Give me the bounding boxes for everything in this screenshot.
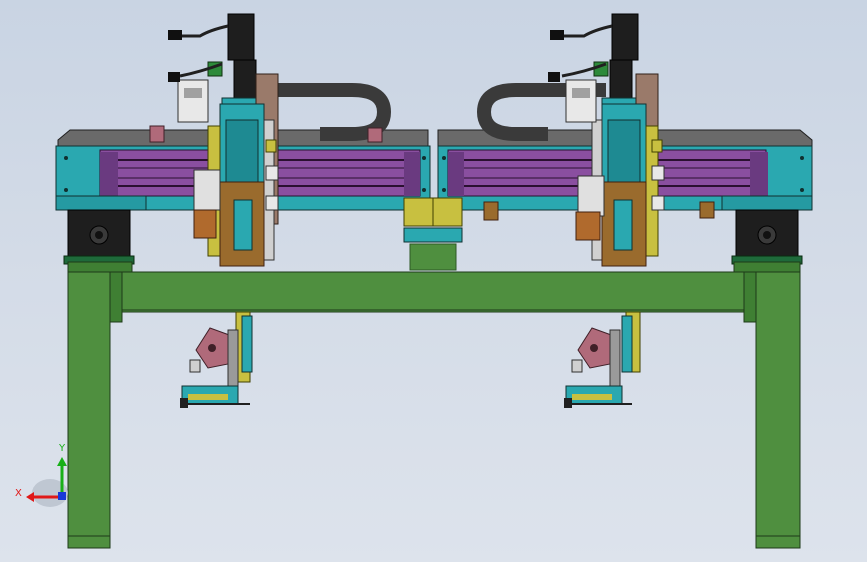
limit-sensor-right-2 <box>699 201 715 219</box>
x-axis-label: X <box>15 488 22 499</box>
support-frame <box>67 261 801 549</box>
top-cover-plate <box>57 129 813 147</box>
gripper-right <box>564 311 641 408</box>
z-axis-marker <box>58 492 66 500</box>
gantry-model <box>26 13 813 549</box>
limit-sensor-left-2 <box>367 127 383 143</box>
end-motor-right <box>731 209 803 265</box>
y-axis-label: Y <box>59 443 66 454</box>
gripper-left <box>180 311 253 408</box>
cable-chain-left <box>262 83 392 141</box>
limit-sensor-left <box>149 125 165 143</box>
coordinate-triad <box>26 457 68 507</box>
limit-sensor-right <box>483 201 499 221</box>
cad-viewport[interactable]: X Y <box>0 0 867 562</box>
center-joint <box>403 197 463 271</box>
end-motor-left <box>63 209 135 265</box>
